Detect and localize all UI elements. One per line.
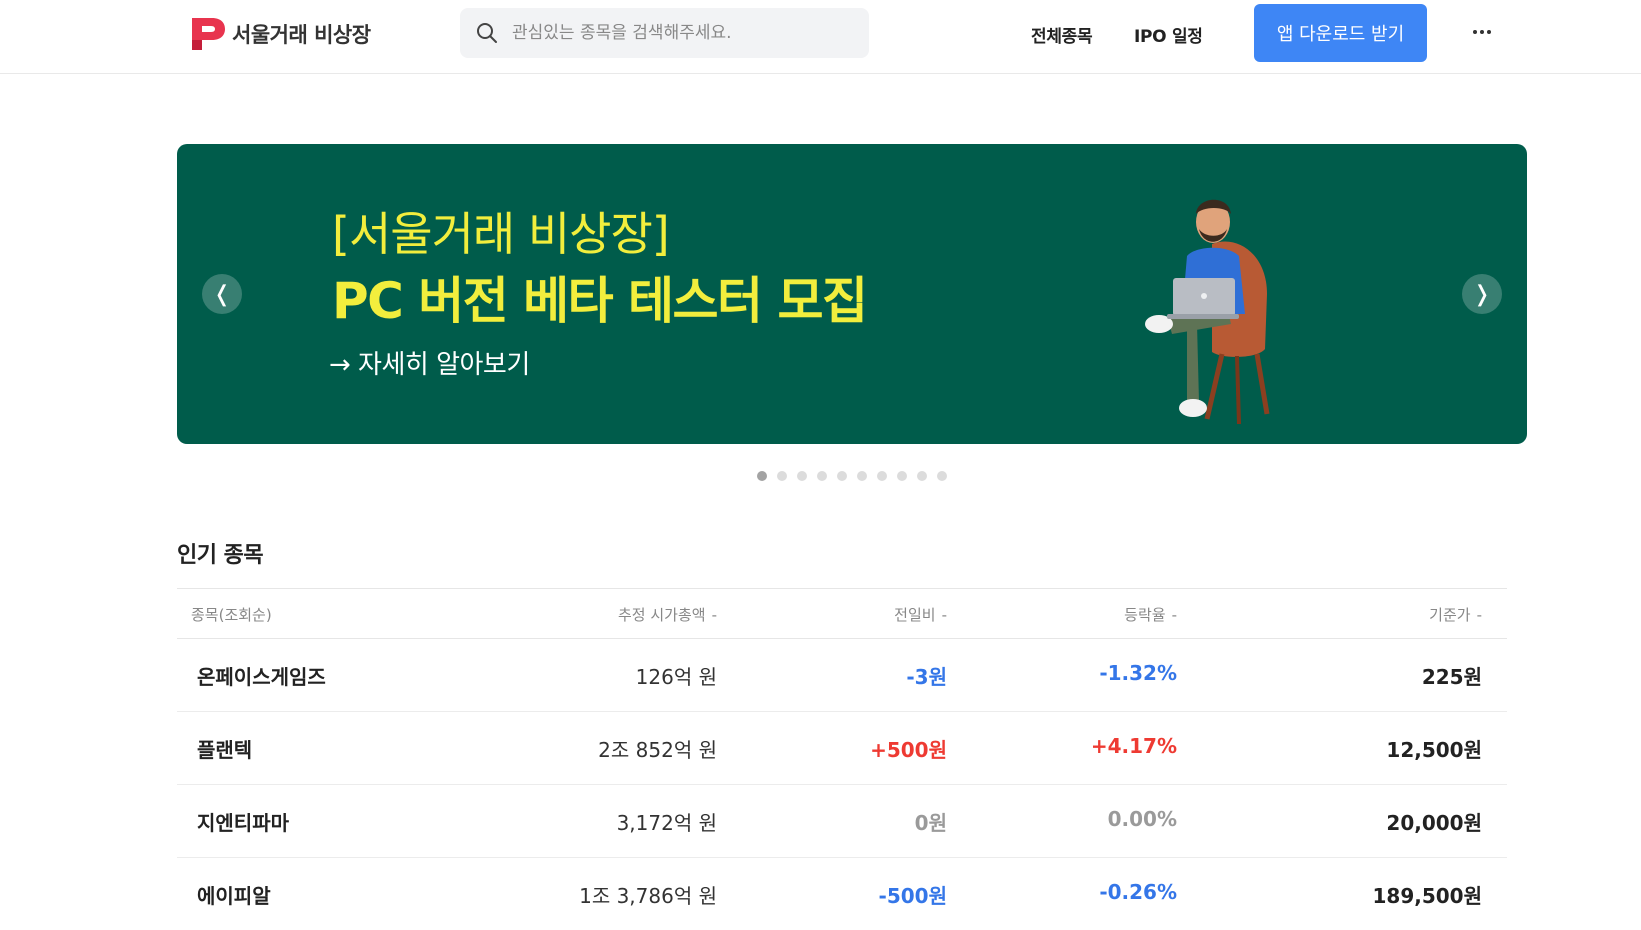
pagination-dot[interactable] [897, 471, 907, 481]
pagination-dot[interactable] [857, 471, 867, 481]
col-header-name: 종목(조회순) [191, 606, 272, 624]
stock-rate: +4.17% [1090, 734, 1177, 758]
search-input[interactable] [510, 22, 854, 44]
nav-ipo-schedule[interactable]: IPO 일정 [1134, 22, 1203, 47]
pagination-dot[interactable] [817, 471, 827, 481]
pagination-dot[interactable] [937, 471, 947, 481]
search-box[interactable] [460, 8, 869, 58]
stock-name: 플랜텍 [197, 738, 253, 762]
col-header-rate[interactable]: 등락율 - [1124, 604, 1177, 625]
col-header-diff[interactable]: 전일비 - [894, 604, 947, 625]
top-header: 서울거래 비상장 전체종목 IPO 일정 앱 다운로드 받기 [0, 0, 1641, 74]
app-download-button[interactable]: 앱 다운로드 받기 [1254, 4, 1427, 62]
table-row[interactable]: 지엔티파마 3,172억 원 0원 0.00% 20,000원 [177, 785, 1507, 858]
table-header: 종목(조회순) 추정 시가총액 - 전일비 - 등락율 - 기준가 - [177, 588, 1507, 639]
stock-price: 20,000원 [1386, 811, 1482, 835]
pagination-dot[interactable] [917, 471, 927, 481]
pagination-dot[interactable] [777, 471, 787, 481]
stock-name: 온페이스게임즈 [197, 665, 326, 689]
banner-prev-arrow[interactable]: ❬ [202, 274, 242, 314]
banner-next-arrow[interactable]: ❭ [1462, 274, 1502, 314]
stock-name: 지엔티파마 [197, 811, 289, 835]
logo-text: 서울거래 비상장 [232, 23, 371, 47]
banner-title-line1: [서울거래 비상장] [332, 207, 670, 261]
promo-banner[interactable]: [서울거래 비상장] PC 버전 베타 테스터 모집 → 자세히 알아보기 ❬ … [177, 144, 1527, 444]
stock-rate: -0.26% [1099, 880, 1177, 904]
stock-market-cap: 2조 852억 원 [598, 738, 717, 762]
logo[interactable]: 서울거래 비상장 [190, 16, 371, 52]
table-row[interactable]: 에이피알 1조 3,786억 원 -500원 -0.26% 189,500원 [177, 858, 1507, 930]
nav-all-stocks[interactable]: 전체종목 [1031, 22, 1093, 47]
stock-price: 225원 [1421, 665, 1482, 689]
stock-diff: +500원 [870, 738, 947, 762]
pagination-dot[interactable] [837, 471, 847, 481]
person-laptop-illustration [1145, 199, 1270, 425]
pagination-dot[interactable] [877, 471, 887, 481]
search-icon [477, 23, 497, 43]
stock-price: 12,500원 [1386, 738, 1482, 762]
stock-market-cap: 3,172억 원 [616, 811, 717, 835]
banner-title-line2: PC 버전 베타 테스터 모집 [332, 272, 868, 330]
stock-rate: 0.00% [1107, 807, 1177, 831]
stock-diff: -3원 [906, 665, 947, 689]
pagination-dot[interactable] [757, 471, 767, 481]
more-menu-icon[interactable] [1468, 18, 1496, 46]
popular-stocks-table: 종목(조회순) 추정 시가총액 - 전일비 - 등락율 - 기준가 - 온페이스게임즈 … [177, 588, 1507, 930]
logo-icon [192, 18, 225, 50]
table-row[interactable]: 플랜텍 2조 852억 원 +500원 +4.17% 12,500원 [177, 712, 1507, 785]
col-header-market-cap[interactable]: 추정 시가총액 - [618, 604, 717, 625]
stock-rate: -1.32% [1099, 661, 1177, 685]
stock-market-cap: 126억 원 [635, 665, 717, 689]
popular-stocks-title: 인기 종목 [177, 543, 264, 568]
stock-diff: 0원 [914, 811, 947, 835]
pagination-dot[interactable] [797, 471, 807, 481]
banner-pagination [757, 471, 947, 481]
banner-details-link[interactable]: → 자세히 알아보기 [329, 344, 530, 381]
table-row[interactable]: 온페이스게임즈 126억 원 -3원 -1.32% 225원 [177, 639, 1507, 712]
col-header-price[interactable]: 기준가 - [1429, 604, 1482, 625]
